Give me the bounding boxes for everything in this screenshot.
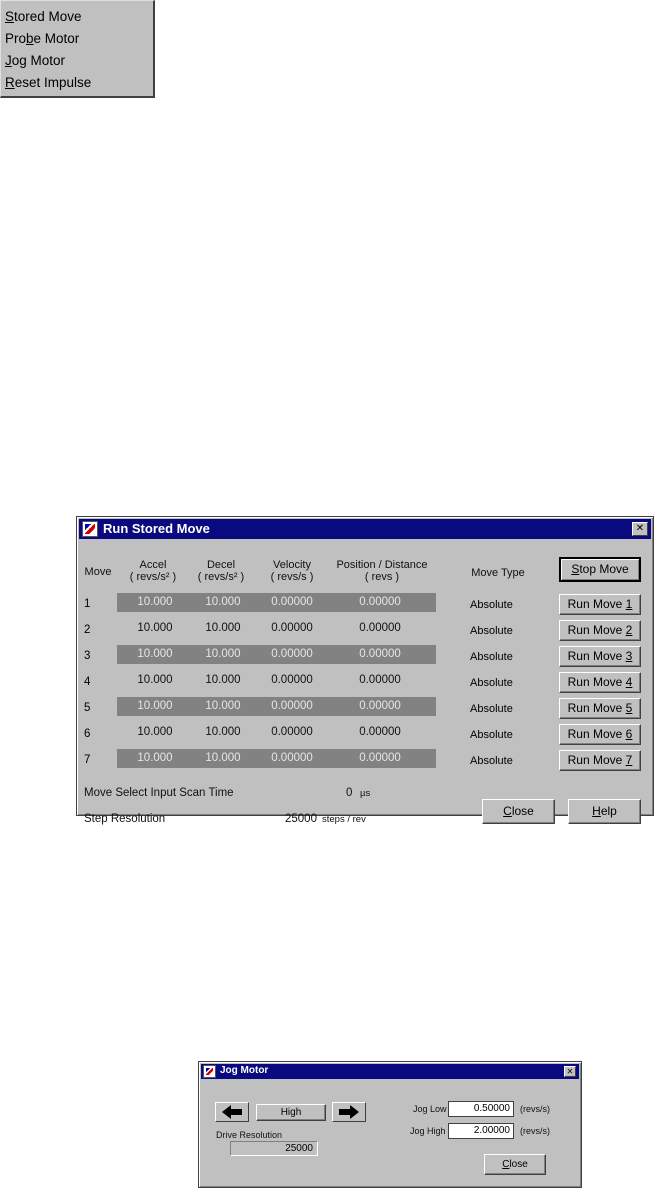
decel-cell[interactable]: 10.000 [188,723,258,742]
drive-resolution-field: 25000 [230,1141,318,1156]
header-move: Move [84,566,112,578]
run-dialog-title: Run Stored Move [103,521,210,536]
header-accel: Accel( revs/s² ) [129,559,177,583]
accel-cell[interactable]: 10.000 [120,619,190,638]
jog-high-label: Jog High [410,1126,446,1136]
move-number: 5 [84,702,91,714]
move-number: 3 [84,650,91,662]
jog-low-unit: (revs/s) [520,1104,550,1114]
app-icon [82,521,98,537]
position-cell[interactable]: 0.00000 [345,593,415,612]
accel-cell[interactable]: 10.000 [120,697,190,716]
move-type-cell[interactable]: Absolute [470,726,513,745]
menu-item-jog-motor[interactable]: Jog Motor [5,50,65,71]
run-move-2-button[interactable]: Run Move 2 [559,620,641,641]
velocity-cell[interactable]: 0.00000 [257,749,327,768]
velocity-cell[interactable]: 0.00000 [257,619,327,638]
run-move-3-button[interactable]: Run Move 3 [559,646,641,667]
jog-dialog-title: Jog Motor [220,1065,269,1076]
run-move-4-button[interactable]: Run Move 4 [559,672,641,693]
stop-move-button[interactable]: Stop Move [559,557,641,582]
close-icon[interactable]: ✕ [632,522,648,536]
position-cell[interactable]: 0.00000 [345,671,415,690]
position-cell[interactable]: 0.00000 [345,723,415,742]
drive-resolution-label: Drive Resolution [216,1130,283,1140]
jog-reverse-button[interactable] [215,1102,249,1122]
close-button[interactable]: Close [482,799,555,824]
accel-cell[interactable]: 10.000 [120,671,190,690]
decel-cell[interactable]: 10.000 [188,749,258,768]
velocity-cell[interactable]: 0.00000 [257,697,327,716]
move-number: 4 [84,676,91,688]
step-resolution-label: Step Resolution [84,813,166,825]
accel-cell[interactable]: 10.000 [120,749,190,768]
app-icon [203,1065,216,1078]
run-dialog-titlebar[interactable]: Run Stored Move ✕ [79,519,651,539]
jog-high-input[interactable]: 2.00000 [448,1123,514,1139]
scan-time-value: 0 [346,787,353,799]
move-type-cell[interactable]: Absolute [470,674,513,693]
menu-item-stored-move[interactable]: Stored Move [5,6,82,27]
help-button[interactable]: Help [568,799,641,824]
jog-speed-toggle[interactable]: High [256,1104,326,1121]
run-move-7-button[interactable]: Run Move 7 [559,750,641,771]
menu-item-probe-motor[interactable]: Probe Motor [5,28,79,49]
header-move-type: Move Type [471,567,525,579]
arrow-left-icon [222,1105,242,1119]
header-velocity: Velocity( revs/s ) [270,559,314,583]
jog-forward-button[interactable] [332,1102,366,1122]
jog-low-input[interactable]: 0.50000 [448,1101,514,1117]
decel-cell[interactable]: 10.000 [188,697,258,716]
velocity-cell[interactable]: 0.00000 [257,671,327,690]
run-move-1-button[interactable]: Run Move 1 [559,594,641,615]
move-type-cell[interactable]: Absolute [470,622,513,641]
position-cell[interactable]: 0.00000 [345,749,415,768]
context-menu: Stored Move Probe Motor Jog Motor Reset … [0,0,155,98]
arrow-right-icon [339,1105,359,1119]
run-move-6-button[interactable]: Run Move 6 [559,724,641,745]
scan-time-unit: µs [360,788,371,799]
header-decel: Decel( revs/s² ) [197,559,245,583]
move-type-cell[interactable]: Absolute [470,700,513,719]
step-resolution-value: 25000 [285,813,317,825]
velocity-cell[interactable]: 0.00000 [257,593,327,612]
move-type-cell[interactable]: Absolute [470,752,513,771]
decel-cell[interactable]: 10.000 [188,671,258,690]
menu-item-reset-impulse[interactable]: Reset Impulse [5,72,91,93]
scan-time-label: Move Select Input Scan Time [84,787,234,799]
accel-cell[interactable]: 10.000 [120,593,190,612]
position-cell[interactable]: 0.00000 [345,619,415,638]
move-number: 1 [84,598,91,610]
jog-close-button[interactable]: Close [484,1154,546,1175]
velocity-cell[interactable]: 0.00000 [257,645,327,664]
move-number: 7 [84,754,91,766]
position-cell[interactable]: 0.00000 [345,645,415,664]
move-number: 6 [84,728,91,740]
decel-cell[interactable]: 10.000 [188,619,258,638]
move-type-cell[interactable]: Absolute [470,648,513,667]
decel-cell[interactable]: 10.000 [188,645,258,664]
close-icon[interactable]: ✕ [564,1066,576,1077]
decel-cell[interactable]: 10.000 [188,593,258,612]
velocity-cell[interactable]: 0.00000 [257,723,327,742]
move-type-cell[interactable]: Absolute [470,596,513,615]
jog-low-label: Jog Low [413,1104,447,1114]
header-position: Position / Distance( revs ) [336,559,428,583]
accel-cell[interactable]: 10.000 [120,645,190,664]
run-move-5-button[interactable]: Run Move 5 [559,698,641,719]
step-resolution-unit: steps / rev [322,814,366,825]
accel-cell[interactable]: 10.000 [120,723,190,742]
position-cell[interactable]: 0.00000 [345,697,415,716]
jog-high-unit: (revs/s) [520,1126,550,1136]
move-number: 2 [84,624,91,636]
jog-dialog-titlebar[interactable]: Jog Motor ✕ [201,1064,579,1079]
